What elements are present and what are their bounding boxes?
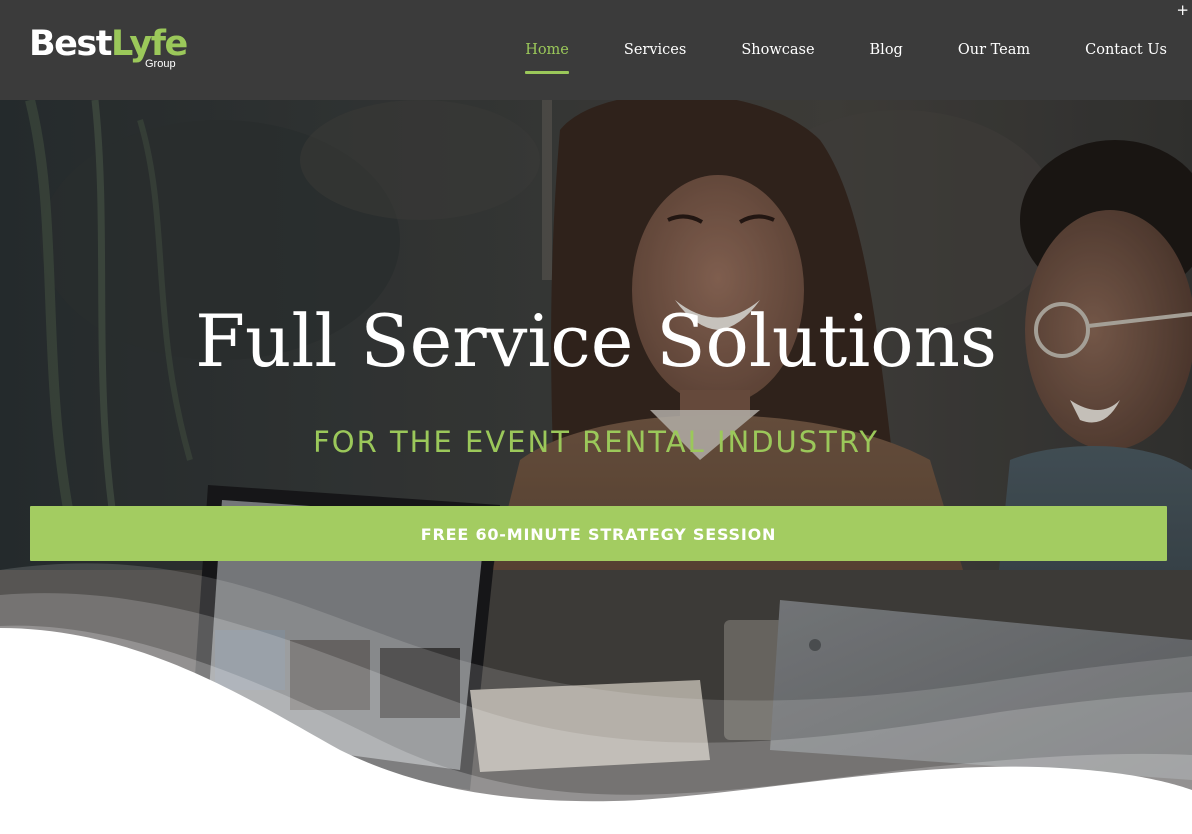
nav-item-home[interactable]: Home: [525, 36, 569, 74]
nav-item-services[interactable]: Services: [624, 36, 686, 64]
logo-text-primary: Best: [29, 24, 112, 64]
hero-wave-divider: [0, 563, 1192, 834]
nav-item-our-team[interactable]: Our Team: [958, 36, 1030, 64]
nav-item-blog[interactable]: Blog: [870, 36, 903, 64]
nav-item-contact-us[interactable]: Contact Us: [1085, 36, 1167, 64]
bestlyfe-logo[interactable]: BestLyfe Group: [29, 24, 189, 76]
hero-subtitle: FOR THE EVENT RENTAL INDUSTRY: [313, 425, 879, 459]
main-nav: Home Services Showcase Blog Our Team Con…: [470, 0, 1167, 100]
logo-tagline: Group: [145, 58, 176, 70]
strategy-session-button[interactable]: FREE 60-MINUTE STRATEGY SESSION: [30, 506, 1167, 561]
nav-item-showcase[interactable]: Showcase: [741, 36, 814, 64]
hero-section: Full Service Solutions FOR THE EVENT REN…: [0, 100, 1192, 834]
page: BestLyfe Group Home Services Showcase Bl…: [0, 0, 1192, 834]
plus-icon[interactable]: +: [1176, 0, 1189, 20]
hero-title: Full Service Solutions: [195, 299, 997, 383]
site-header: BestLyfe Group Home Services Showcase Bl…: [0, 0, 1192, 100]
